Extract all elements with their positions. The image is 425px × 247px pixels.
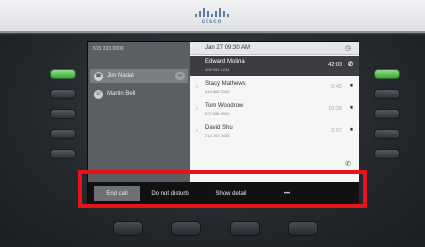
chevron-right-icon: › [196,84,198,90]
call-row[interactable]: › David Shu 214 767 3435 2:07 ⏸ [190,122,359,142]
call-timer: 0:45 [331,84,342,90]
caller-name: David Shu [205,125,233,131]
phone-icon: ☎ [94,71,103,81]
line-label: Martin Bell [107,91,136,97]
softkey-highlight-box [78,170,367,208]
call-timer: 42:03 [328,62,342,68]
new-call-icon[interactable]: ✆ [345,160,351,168]
line-key-3[interactable] [50,109,76,119]
session-key-3[interactable] [374,109,400,119]
session-key-5[interactable] [374,149,400,159]
date-time: Jan 27 09:30 AM [205,45,251,51]
call-row[interactable]: Edward Molina 408 555 1234 42:03 ✆ [190,56,359,76]
hold-icon: ⏸ [349,83,353,89]
forward-icon: ⇨ [175,72,185,80]
call-timer: 2:07 [331,128,342,134]
softkey-button-2[interactable] [171,221,201,236]
session-key-2[interactable] [374,89,400,99]
line-key-4[interactable] [50,129,76,139]
hold-icon: ⏸ [349,105,353,111]
line-item-jim-nadal[interactable]: ☎ Jim Nadal ⇨ [90,69,188,83]
line-key-5[interactable] [50,149,76,159]
call-row[interactable]: › Tom Woodrow 672 658 2004 10:28 ⏸ [190,100,359,120]
softkey-button-3[interactable] [230,221,260,236]
caller-number: 408 555 1234 [205,67,230,72]
session-key-4[interactable] [374,129,400,139]
line-label: Jim Nadal [107,73,134,79]
caller-number: 214 767 3435 [205,133,230,138]
clock-icon: ◷ [344,45,351,52]
phone-top-bezel: cisco [0,0,425,33]
softkey-button-4[interactable] [288,221,318,236]
caller-number: 672 658 2004 [205,111,230,116]
active-call-icon: ✆ [347,62,353,68]
caller-name: Stacy Mathews [205,81,246,87]
handset-icon: ☏ [94,89,103,99]
cisco-logo: cisco [190,7,234,29]
session-key-1[interactable] [374,69,400,79]
line-key-1[interactable] [50,69,76,79]
call-timer: 10:28 [328,106,342,112]
call-row[interactable]: › Stacy Mathews 415 888 2345 0:45 ⏸ [190,78,359,98]
extension-number: 515 333 0000 [93,46,124,52]
softkey-button-1[interactable] [113,221,143,236]
lines-pane: 515 333 0000 ☎ Jim Nadal ⇨ ☏ Martin Bell [88,42,190,182]
caller-number: 415 888 2345 [205,89,230,94]
cisco-logo-bars-icon [195,7,229,17]
chevron-right-icon: › [196,106,198,112]
line-item-martin-bell[interactable]: ☏ Martin Bell [90,87,188,101]
calls-pane: Jan 27 09:30 AM ◷ Edward Molina 408 555 … [190,42,359,182]
screen-header: Jan 27 09:30 AM ◷ [190,42,359,55]
line-key-2[interactable] [50,89,76,99]
caller-name: Tom Woodrow [205,103,244,109]
chevron-right-icon: › [196,128,198,134]
cisco-wordmark: cisco [201,19,223,25]
ip-phone: cisco 515 333 0000 ☎ Jim Nadal ⇨ ☏ Marti… [0,0,425,247]
caller-name: Edward Molina [205,59,245,65]
hold-icon: ⏸ [349,127,353,133]
